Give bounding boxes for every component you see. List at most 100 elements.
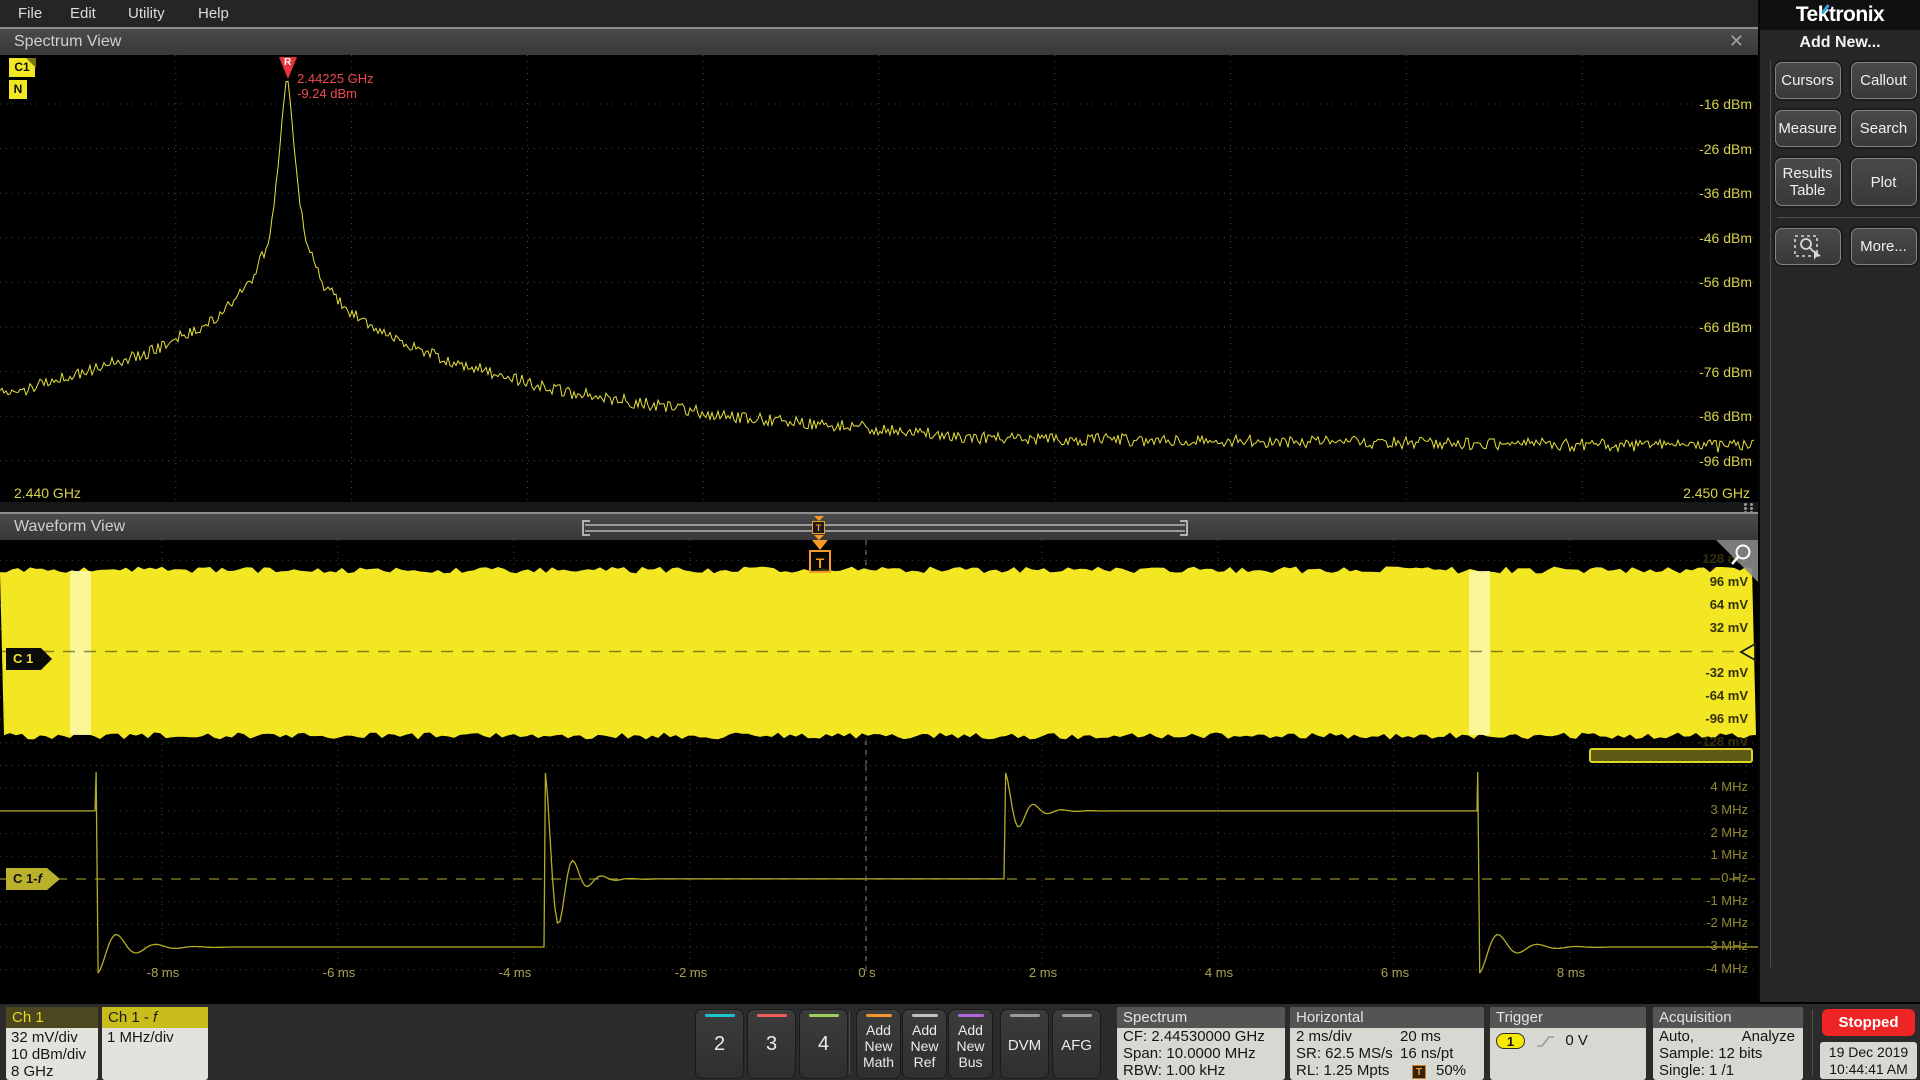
axis-tick-label: 64 mV (1678, 597, 1748, 612)
waveform-view-titlebar[interactable]: Waveform View T (0, 512, 1758, 540)
math-color-stripe (866, 1014, 892, 1017)
axis-tick-label: 6 ms (1372, 965, 1418, 980)
marker-frequency-readout: 2.44225 GHz (297, 71, 374, 86)
analyze-mode: Analyze (1742, 1028, 1795, 1045)
horizontal-panel-title: Horizontal (1290, 1007, 1484, 1028)
channel1-freq-vs-time-plot[interactable]: 4 MHz3 MHz2 MHz1 MHz0 Hz-1 MHz-2 MHz-3 M… (0, 766, 1758, 1002)
acquisition-settings-panel[interactable]: Acquisition Auto,Analyze Sample: 12 bits… (1653, 1007, 1803, 1080)
add-measure-button[interactable]: Measure (1775, 110, 1841, 147)
menu-file[interactable]: File (18, 0, 42, 27)
sidebar-divider (1777, 217, 1920, 218)
axis-tick-label: -76 dBm (1682, 364, 1752, 380)
status-bar: Ch 1 32 mV/div 10 dBm/div 8 GHz Ch 1 - f… (0, 1002, 1920, 1080)
tektronix-logo: Tektronix (1796, 3, 1884, 26)
acquisition-panel-title: Acquisition (1653, 1007, 1803, 1028)
add-new-bus-button[interactable]: AddNewBus (948, 1009, 993, 1079)
channel1-waveform-plot[interactable]: T 128 mV96 mV64 mV32 mV-32 mV-64 mV-96 m… (0, 540, 1758, 766)
axis-tick-label: -128 mV (1678, 734, 1748, 749)
center-frequency: CF: 2.44530000 GHz (1123, 1028, 1285, 1045)
sample-bits: Sample: 12 bits (1659, 1045, 1803, 1062)
brand-strip: Tektronix (1760, 0, 1920, 30)
dvm-stripe (1010, 1014, 1040, 1017)
record-length: RL: 1.25 Mpts (1296, 1062, 1389, 1079)
ch1-badge[interactable]: Ch 1 32 mV/div 10 dBm/div 8 GHz (6, 1007, 98, 1080)
bus-color-stripe (958, 1014, 984, 1017)
add-callout-button[interactable]: Callout (1851, 62, 1917, 99)
ch1f-badge[interactable]: Ch 1 - f 1 MHz/div (102, 1007, 208, 1080)
spectrum-normal-trace-badge[interactable]: N (9, 80, 27, 99)
spectrum-trace-canvas (0, 55, 1758, 502)
horizontal-settings-panel[interactable]: Horizontal 2 ms/div20 ms SR: 62.5 MS/s16… (1290, 1007, 1484, 1080)
logo-k-accent: k (1818, 0, 1829, 30)
span: Span: 10.0000 MHz (1123, 1045, 1285, 1062)
run-stop-status-button[interactable]: Stopped (1822, 1009, 1915, 1036)
close-icon[interactable]: ✕ (1729, 29, 1744, 54)
sidebar-button-group: Cursors Callout Measure Search Results T… (1770, 60, 1920, 967)
freq-stop-label: 2.450 GHz (1683, 485, 1750, 501)
spectrum-settings-panel[interactable]: Spectrum CF: 2.44530000 GHz Span: 10.000… (1117, 1007, 1285, 1080)
add-plot-button[interactable]: Plot (1851, 158, 1917, 206)
trigger-marker[interactable]: T (809, 550, 831, 573)
axis-tick-label: -6 ms (316, 965, 362, 980)
zoom-marquee-button[interactable] (1775, 228, 1841, 265)
spectrum-channel-badge[interactable]: C1 (9, 58, 35, 77)
axis-tick-label: 3 MHz (1678, 802, 1748, 817)
channel-4-button[interactable]: 4 (799, 1009, 848, 1079)
channel1-reference-arrow-icon[interactable] (1738, 642, 1756, 662)
afg-button[interactable]: AFG (1052, 1009, 1101, 1079)
time-label: 10:44:41 AM (1820, 1061, 1917, 1078)
menu-help[interactable]: Help (198, 0, 229, 27)
more-button[interactable]: More... (1851, 228, 1917, 265)
add-new-ref-button[interactable]: AddNewRef (902, 1009, 947, 1079)
trigger-position-indicator[interactable]: T (811, 516, 826, 540)
time-per-div: 2 ms/div (1296, 1028, 1352, 1045)
datetime-display: 19 Dec 2019 10:44:41 AM (1820, 1042, 1917, 1079)
zoom-scrollbar[interactable] (0, 514, 1740, 542)
time-per-point: 16 ns/pt (1400, 1045, 1453, 1062)
spectrum-view-title: Spectrum View (14, 33, 121, 50)
bottombar-divider (849, 1012, 850, 1074)
ref-color-stripe (912, 1014, 938, 1017)
spectrum-plot-area[interactable]: -16 dBm-26 dBm-36 dBm-46 dBm-56 dBm-66 d… (0, 55, 1758, 502)
axis-tick-label: 2 ms (1020, 965, 1066, 980)
menu-utility[interactable]: Utility (128, 0, 165, 27)
axis-tick-label: -86 dBm (1682, 408, 1752, 424)
axis-tick-label: 8 ms (1548, 965, 1594, 980)
dvm-button[interactable]: DVM (1000, 1009, 1049, 1079)
trigger-settings-panel[interactable]: Trigger 1 0 V (1490, 1007, 1646, 1080)
axis-tick-label: -3 MHz (1678, 938, 1748, 953)
channel-3-button[interactable]: 3 (747, 1009, 796, 1079)
channel1-trace-canvas (0, 540, 1758, 766)
add-results-table-button[interactable]: Results Table (1775, 158, 1841, 206)
trigger-source-badge: 1 (1496, 1033, 1525, 1049)
ch1f-scale: 1 MHz/div (107, 1029, 208, 1046)
channel-2-button[interactable]: 2 (695, 1009, 744, 1079)
channel-3-color-stripe (757, 1014, 787, 1017)
wave-pan-scrollbar[interactable] (1589, 748, 1753, 763)
view-splitter[interactable] (0, 502, 1758, 512)
channel-2-color-stripe (705, 1014, 735, 1017)
reference-marker-label: R (284, 57, 291, 68)
axis-tick-label: -46 dBm (1682, 230, 1752, 246)
axis-tick-label: -2 ms (668, 965, 714, 980)
spectrum-view-section: Spectrum View ✕ -16 dBm-26 dBm-36 dBm-46… (0, 27, 1758, 502)
axis-tick-label: -26 dBm (1682, 141, 1752, 157)
axis-tick-label: 0 Hz (1678, 870, 1748, 885)
axis-tick-label: -16 dBm (1682, 96, 1752, 112)
menu-edit[interactable]: Edit (70, 0, 96, 27)
rising-edge-icon (1535, 1034, 1555, 1049)
zoom-corner-icon[interactable] (1716, 540, 1758, 582)
add-cursors-button[interactable]: Cursors (1775, 62, 1841, 99)
spectrum-view-titlebar[interactable]: Spectrum View ✕ (0, 27, 1758, 55)
axis-tick-label: -1 MHz (1678, 893, 1748, 908)
ch1-vertical-scale: 32 mV/div (11, 1029, 98, 1046)
oscilloscope-app: File Edit Utility Help Tektronix Add New… (0, 0, 1920, 1080)
bottombar-divider-2 (1812, 1010, 1813, 1076)
axis-tick-label: 32 mV (1678, 620, 1748, 635)
ch1-spectrum-scale: 10 dBm/div (11, 1046, 98, 1063)
menu-bar: File Edit Utility Help (0, 0, 1758, 27)
axis-tick-label: -8 ms (140, 965, 186, 980)
axis-tick-label: 1 MHz (1678, 847, 1748, 862)
add-new-math-button[interactable]: AddNewMath (856, 1009, 901, 1079)
add-search-button[interactable]: Search (1851, 110, 1917, 147)
